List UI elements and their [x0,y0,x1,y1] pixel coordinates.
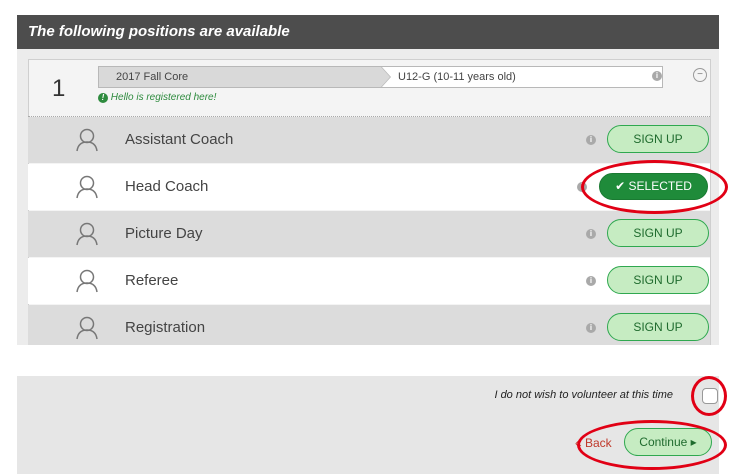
user-icon [76,175,98,199]
sign-up-button[interactable]: SIGN UP [607,125,709,153]
user-icon [76,128,98,152]
sign-up-button[interactable]: SIGN UP [607,313,709,341]
annotation-ellipse [577,420,727,470]
position-row: Picture Day i SIGN UP [28,211,710,257]
info-icon: ! [98,93,108,103]
registered-note: ! Hello is registered here! [98,92,216,103]
info-icon[interactable]: i [586,229,596,239]
panel-header: The following positions are available [17,15,719,49]
collapse-icon[interactable]: − [693,68,707,82]
annotation-ellipse [581,160,728,214]
division-label: U12-G (10-11 years old) [398,71,516,83]
group-number: 1 [52,75,66,102]
annotation-ellipse [691,376,727,416]
sign-up-button[interactable]: SIGN UP [607,219,709,247]
position-label: Referee [125,272,179,289]
position-label: Head Coach [125,178,209,195]
group-breadcrumb: 2017 Fall Core U12-G (10-11 years old) i [98,66,663,88]
sign-up-button[interactable]: SIGN UP [607,266,709,294]
position-label: Assistant Coach [125,131,234,148]
position-row: Registration i SIGN UP [28,305,710,345]
position-row: Referee i SIGN UP [28,258,710,304]
user-icon [76,269,98,293]
user-icon [76,316,98,340]
decline-label: I do not wish to volunteer at this time [494,389,673,401]
season-label: 2017 Fall Core [99,67,382,87]
position-label: Picture Day [125,225,203,242]
position-label: Registration [125,319,206,336]
info-icon[interactable]: i [652,71,662,81]
info-icon[interactable]: i [586,135,596,145]
user-icon [76,222,98,246]
info-icon[interactable]: i [586,276,596,286]
info-icon[interactable]: i [586,323,596,333]
position-row: Assistant Coach i SIGN UP [28,117,710,163]
